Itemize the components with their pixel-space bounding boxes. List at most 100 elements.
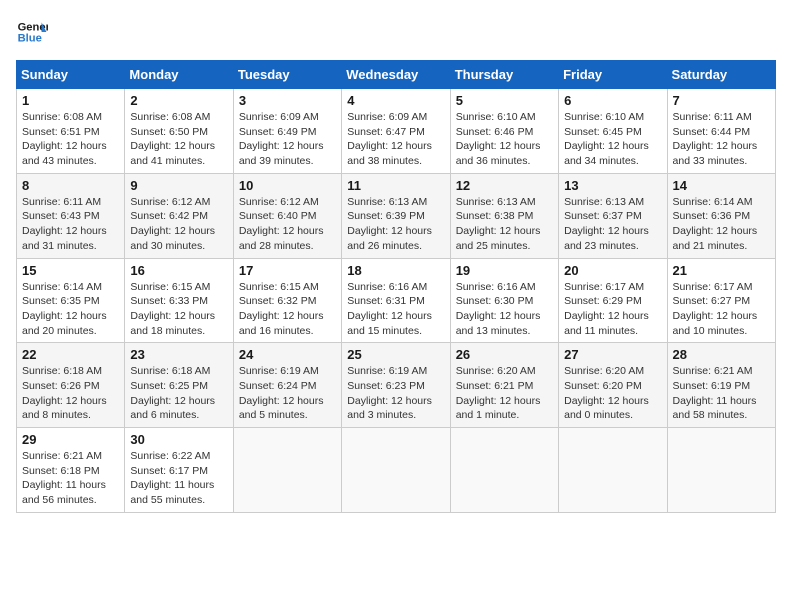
- day-number: 21: [673, 263, 770, 278]
- day-number: 17: [239, 263, 336, 278]
- day-info: Sunrise: 6:10 AM Sunset: 6:46 PM Dayligh…: [456, 110, 553, 169]
- col-header-friday: Friday: [559, 61, 667, 89]
- logo: General Blue: [16, 16, 48, 48]
- day-cell: 3 Sunrise: 6:09 AM Sunset: 6:49 PM Daylig…: [233, 89, 341, 174]
- col-header-thursday: Thursday: [450, 61, 558, 89]
- day-info: Sunrise: 6:16 AM Sunset: 6:31 PM Dayligh…: [347, 280, 444, 339]
- day-number: 20: [564, 263, 661, 278]
- day-number: 26: [456, 347, 553, 362]
- day-info: Sunrise: 6:08 AM Sunset: 6:50 PM Dayligh…: [130, 110, 227, 169]
- day-info: Sunrise: 6:13 AM Sunset: 6:39 PM Dayligh…: [347, 195, 444, 254]
- day-info: Sunrise: 6:09 AM Sunset: 6:47 PM Dayligh…: [347, 110, 444, 169]
- calendar-table: SundayMondayTuesdayWednesdayThursdayFrid…: [16, 60, 776, 513]
- day-info: Sunrise: 6:20 AM Sunset: 6:20 PM Dayligh…: [564, 364, 661, 423]
- day-info: Sunrise: 6:12 AM Sunset: 6:40 PM Dayligh…: [239, 195, 336, 254]
- day-cell: 18 Sunrise: 6:16 AM Sunset: 6:31 PM Dayli…: [342, 258, 450, 343]
- day-number: 30: [130, 432, 227, 447]
- day-info: Sunrise: 6:17 AM Sunset: 6:29 PM Dayligh…: [564, 280, 661, 339]
- day-info: Sunrise: 6:08 AM Sunset: 6:51 PM Dayligh…: [22, 110, 119, 169]
- week-row-3: 15Sunrise: 6:14 AM Sunset: 6:35 PM Dayli…: [17, 258, 776, 343]
- day-info: Sunrise: 6:15 AM Sunset: 6:33 PM Dayligh…: [130, 280, 227, 339]
- day-cell: 9 Sunrise: 6:12 AM Sunset: 6:42 PM Daylig…: [125, 173, 233, 258]
- day-cell: 22 Sunrise: 6:18 AM Sunset: 6:26 PM Dayli…: [17, 343, 125, 428]
- day-number: 23: [130, 347, 227, 362]
- day-number: 15: [22, 263, 119, 278]
- day-cell: 26 Sunrise: 6:20 AM Sunset: 6:21 PM Dayli…: [450, 343, 558, 428]
- day-number: 6: [564, 93, 661, 108]
- day-cell: 1 Sunrise: 6:08 AM Sunset: 6:51 PM Daylig…: [17, 89, 125, 174]
- day-number: 11: [347, 178, 444, 193]
- day-cell: 25Sunrise: 6:19 AM Sunset: 6:23 PM Dayli…: [342, 343, 450, 428]
- day-number: 27: [564, 347, 661, 362]
- day-info: Sunrise: 6:11 AM Sunset: 6:43 PM Dayligh…: [22, 195, 119, 254]
- day-cell: 27 Sunrise: 6:20 AM Sunset: 6:20 PM Dayli…: [559, 343, 667, 428]
- day-number: 29: [22, 432, 119, 447]
- day-number: 4: [347, 93, 444, 108]
- day-cell: 24 Sunrise: 6:19 AM Sunset: 6:24 PM Dayli…: [233, 343, 341, 428]
- day-cell: [667, 428, 775, 513]
- day-cell: [233, 428, 341, 513]
- svg-text:Blue: Blue: [18, 33, 42, 45]
- day-cell: [450, 428, 558, 513]
- day-info: Sunrise: 6:21 AM Sunset: 6:18 PM Dayligh…: [22, 449, 119, 508]
- col-header-wednesday: Wednesday: [342, 61, 450, 89]
- day-cell: 29 Sunrise: 6:21 AM Sunset: 6:18 PM Dayli…: [17, 428, 125, 513]
- day-number: 18: [347, 263, 444, 278]
- day-info: Sunrise: 6:17 AM Sunset: 6:27 PM Dayligh…: [673, 280, 770, 339]
- day-cell: 12 Sunrise: 6:13 AM Sunset: 6:38 PM Dayli…: [450, 173, 558, 258]
- page-header: General Blue: [16, 16, 776, 48]
- day-number: 22: [22, 347, 119, 362]
- day-cell: 30Sunrise: 6:22 AM Sunset: 6:17 PM Dayli…: [125, 428, 233, 513]
- day-info: Sunrise: 6:10 AM Sunset: 6:45 PM Dayligh…: [564, 110, 661, 169]
- day-cell: 10 Sunrise: 6:12 AM Sunset: 6:40 PM Dayli…: [233, 173, 341, 258]
- day-info: Sunrise: 6:20 AM Sunset: 6:21 PM Dayligh…: [456, 364, 553, 423]
- day-cell: 2 Sunrise: 6:08 AM Sunset: 6:50 PM Daylig…: [125, 89, 233, 174]
- col-header-tuesday: Tuesday: [233, 61, 341, 89]
- day-number: 28: [673, 347, 770, 362]
- day-number: 3: [239, 93, 336, 108]
- day-cell: 7 Sunrise: 6:11 AM Sunset: 6:44 PM Daylig…: [667, 89, 775, 174]
- week-row-2: 8Sunrise: 6:11 AM Sunset: 6:43 PM Daylig…: [17, 173, 776, 258]
- day-number: 19: [456, 263, 553, 278]
- day-cell: 8Sunrise: 6:11 AM Sunset: 6:43 PM Daylig…: [17, 173, 125, 258]
- day-info: Sunrise: 6:09 AM Sunset: 6:49 PM Dayligh…: [239, 110, 336, 169]
- day-info: Sunrise: 6:16 AM Sunset: 6:30 PM Dayligh…: [456, 280, 553, 339]
- week-row-1: 1 Sunrise: 6:08 AM Sunset: 6:51 PM Daylig…: [17, 89, 776, 174]
- day-cell: 16 Sunrise: 6:15 AM Sunset: 6:33 PM Dayli…: [125, 258, 233, 343]
- day-cell: 15Sunrise: 6:14 AM Sunset: 6:35 PM Dayli…: [17, 258, 125, 343]
- day-cell: 13Sunrise: 6:13 AM Sunset: 6:37 PM Dayli…: [559, 173, 667, 258]
- day-number: 2: [130, 93, 227, 108]
- day-info: Sunrise: 6:15 AM Sunset: 6:32 PM Dayligh…: [239, 280, 336, 339]
- day-info: Sunrise: 6:14 AM Sunset: 6:36 PM Dayligh…: [673, 195, 770, 254]
- day-cell: 5 Sunrise: 6:10 AM Sunset: 6:46 PM Daylig…: [450, 89, 558, 174]
- day-cell: [559, 428, 667, 513]
- day-info: Sunrise: 6:21 AM Sunset: 6:19 PM Dayligh…: [673, 364, 770, 423]
- day-number: 13: [564, 178, 661, 193]
- day-number: 12: [456, 178, 553, 193]
- day-cell: [342, 428, 450, 513]
- day-info: Sunrise: 6:19 AM Sunset: 6:24 PM Dayligh…: [239, 364, 336, 423]
- day-info: Sunrise: 6:18 AM Sunset: 6:26 PM Dayligh…: [22, 364, 119, 423]
- day-cell: 19 Sunrise: 6:16 AM Sunset: 6:30 PM Dayli…: [450, 258, 558, 343]
- col-header-saturday: Saturday: [667, 61, 775, 89]
- day-cell: 6 Sunrise: 6:10 AM Sunset: 6:45 PM Daylig…: [559, 89, 667, 174]
- day-cell: 14Sunrise: 6:14 AM Sunset: 6:36 PM Dayli…: [667, 173, 775, 258]
- day-number: 24: [239, 347, 336, 362]
- day-cell: 23Sunrise: 6:18 AM Sunset: 6:25 PM Dayli…: [125, 343, 233, 428]
- day-cell: 21 Sunrise: 6:17 AM Sunset: 6:27 PM Dayli…: [667, 258, 775, 343]
- header-row: SundayMondayTuesdayWednesdayThursdayFrid…: [17, 61, 776, 89]
- day-number: 1: [22, 93, 119, 108]
- day-cell: 17 Sunrise: 6:15 AM Sunset: 6:32 PM Dayli…: [233, 258, 341, 343]
- day-info: Sunrise: 6:12 AM Sunset: 6:42 PM Dayligh…: [130, 195, 227, 254]
- day-cell: 4 Sunrise: 6:09 AM Sunset: 6:47 PM Daylig…: [342, 89, 450, 174]
- day-number: 7: [673, 93, 770, 108]
- logo-icon: General Blue: [16, 16, 48, 48]
- day-info: Sunrise: 6:13 AM Sunset: 6:38 PM Dayligh…: [456, 195, 553, 254]
- day-number: 10: [239, 178, 336, 193]
- day-info: Sunrise: 6:19 AM Sunset: 6:23 PM Dayligh…: [347, 364, 444, 423]
- day-info: Sunrise: 6:11 AM Sunset: 6:44 PM Dayligh…: [673, 110, 770, 169]
- day-number: 16: [130, 263, 227, 278]
- day-number: 9: [130, 178, 227, 193]
- day-number: 5: [456, 93, 553, 108]
- week-row-5: 29 Sunrise: 6:21 AM Sunset: 6:18 PM Dayli…: [17, 428, 776, 513]
